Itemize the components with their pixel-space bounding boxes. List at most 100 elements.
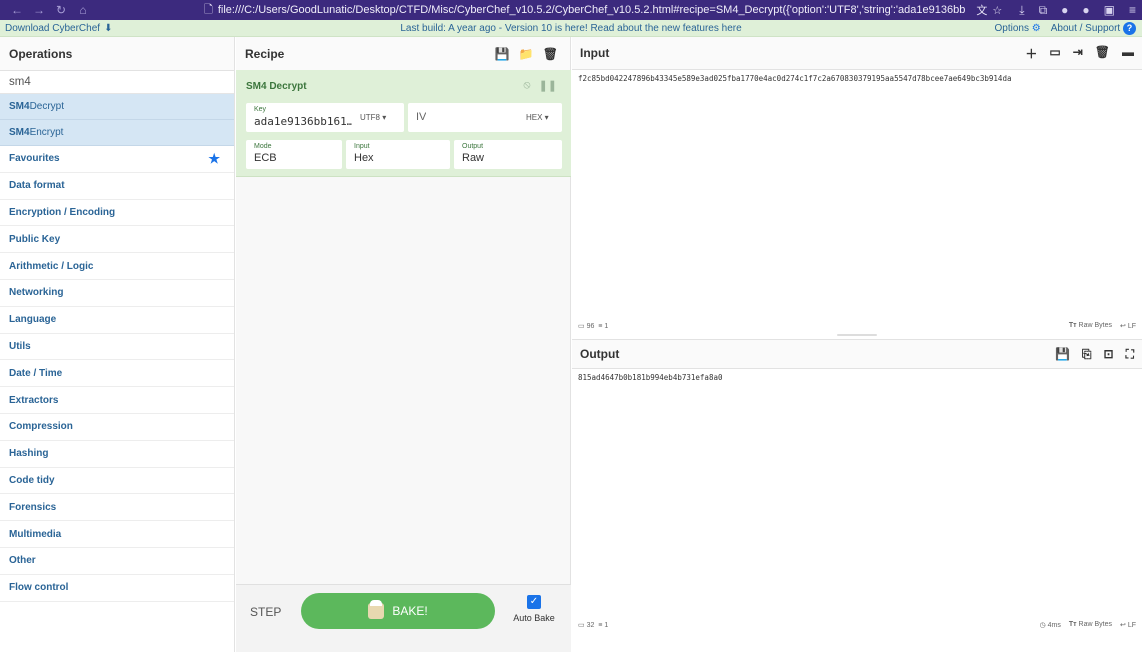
iv-format-value: HEX: [526, 113, 543, 122]
maximise-output-icon[interactable]: ⛶: [1126, 347, 1134, 362]
output-encoding-button[interactable]: Tт Raw Bytes: [1069, 621, 1112, 629]
gear-icon: ⚙: [1031, 22, 1041, 34]
menu-icon[interactable]: ≡: [1129, 3, 1136, 17]
output-format-value[interactable]: Raw: [462, 152, 484, 164]
profile-icon[interactable]: ●: [1061, 3, 1068, 17]
category-extractors[interactable]: Extractors: [0, 387, 234, 414]
category-compression[interactable]: Compression: [0, 414, 234, 441]
save-output-icon[interactable]: 💾: [1055, 347, 1070, 362]
input-textarea[interactable]: f2c85bd042247896b43345e589e3ad025fba1770…: [578, 74, 1011, 83]
clear-input-icon[interactable]: 🗑: [1095, 45, 1110, 62]
output-eol-button[interactable]: ↩ LF: [1120, 621, 1136, 629]
output-length: 32: [586, 621, 595, 629]
output-header: Output 💾 ⎘ ⊡ ⛶: [572, 339, 1142, 369]
reset-layout-icon[interactable]: ▬: [1122, 45, 1134, 62]
account-icon[interactable]: ●: [1082, 3, 1089, 17]
key-label: Key: [254, 106, 267, 113]
disable-icon[interactable]: ⦸: [523, 79, 530, 92]
reload-icon[interactable]: ↻: [50, 3, 72, 17]
category-date-time[interactable]: Date / Time: [0, 360, 234, 388]
step-button[interactable]: STEP: [250, 605, 281, 619]
translate-icon[interactable]: 文: [976, 2, 987, 18]
output-eol-label: LF: [1127, 622, 1136, 629]
input-output-pane: Input ＋ ▭ ⇥ 🗑 ▬ f2c85bd042247896b43345e5…: [572, 37, 1142, 652]
input-eol-button[interactable]: ↩ LF: [1120, 322, 1136, 330]
auto-bake-checkbox[interactable]: ✓: [527, 595, 541, 609]
input-status-bar: ▭ 96 ≡ 1 Tт Raw Bytes ↩ LF: [572, 319, 1142, 333]
options-label: Options: [994, 22, 1029, 34]
bookmark-star-icon[interactable]: ☆: [992, 4, 1002, 17]
star-icon: ★: [208, 150, 220, 166]
replace-input-icon[interactable]: ⊡: [1104, 347, 1114, 362]
downloads-icon[interactable]: ⤓: [1019, 3, 1024, 18]
back-icon[interactable]: ←: [6, 3, 28, 17]
category-language[interactable]: Language: [0, 307, 234, 334]
home-icon[interactable]: ⌂: [72, 3, 94, 17]
bake-time-value: 4ms: [1047, 622, 1061, 629]
output-encoding-label: Raw Bytes: [1078, 621, 1113, 628]
clock-icon: ◷: [1039, 622, 1046, 629]
forward-icon[interactable]: →: [28, 3, 50, 17]
url-text[interactable]: file:///C:/Users/GoodLunatic/Desktop/CTF…: [218, 4, 965, 16]
category-utils[interactable]: Utils: [0, 334, 234, 361]
add-tab-icon[interactable]: ＋: [1025, 45, 1037, 62]
key-value[interactable]: ada1e9136bb161…: [254, 115, 352, 128]
mode-label: Mode: [254, 143, 272, 150]
output-textarea[interactable]: 815ad4647b0b181b994eb4b731efa8a0: [578, 373, 723, 382]
input-eol-label: LF: [1127, 323, 1136, 330]
category-other[interactable]: Other: [0, 548, 234, 575]
shield-icon[interactable]: ▣: [1104, 3, 1115, 17]
input-format-value[interactable]: Hex: [354, 152, 374, 164]
category-multimedia[interactable]: Multimedia: [0, 521, 234, 548]
input-title: Input: [580, 46, 610, 60]
key-field[interactable]: Key ada1e9136bb161… UTF8 ▾: [246, 103, 404, 132]
bake-button[interactable]: BAKE!: [301, 593, 495, 629]
category-flow-control[interactable]: Flow control: [0, 575, 234, 602]
clear-recipe-icon[interactable]: 🗑: [543, 47, 558, 61]
category-forensics[interactable]: Forensics: [0, 494, 234, 522]
bake-time: ◷ 4ms: [1040, 621, 1061, 629]
output-status-bar: ▭ 32 ≡ 1 ◷ 4ms Tт Raw Bytes ↩ LF: [572, 618, 1142, 632]
category-networking[interactable]: Networking: [0, 280, 234, 307]
about-support-button[interactable]: About / Support ?: [1051, 21, 1136, 35]
iv-field[interactable]: IV HEX ▾: [408, 103, 562, 132]
category-hashing[interactable]: Hashing: [0, 441, 234, 468]
address-bar[interactable]: 🗋 file:///C:/Users/GoodLunatic/Desktop/C…: [204, 0, 1002, 20]
input-format-field[interactable]: Input Hex: [346, 140, 450, 169]
category-encryption-encoding[interactable]: Encryption / Encoding: [0, 200, 234, 227]
category-arithmetic-logic[interactable]: Arithmetic / Logic: [0, 253, 234, 280]
pause-icon[interactable]: ❚❚: [539, 79, 557, 92]
output-format-field[interactable]: Output Raw: [454, 140, 562, 169]
operations-search-input[interactable]: sm4: [0, 71, 234, 94]
open-file-icon[interactable]: ⇥: [1073, 45, 1083, 62]
copy-output-icon[interactable]: ⎘: [1082, 347, 1092, 362]
iv-placeholder[interactable]: IV: [416, 111, 426, 123]
key-format-dropdown[interactable]: UTF8 ▾: [360, 113, 386, 122]
category-code-tidy[interactable]: Code tidy: [0, 468, 234, 495]
open-folder-icon[interactable]: ▭: [1049, 45, 1060, 62]
browser-toolbar: ← → ↻ ⌂ 🗋 file:///C:/Users/GoodLunatic/D…: [0, 0, 1142, 20]
key-format-value: UTF8: [360, 113, 380, 122]
top-banner: Download CyberChef ⬇ Last build: A year …: [0, 20, 1142, 37]
load-recipe-icon[interactable]: 📁: [519, 47, 534, 61]
iv-format-dropdown[interactable]: HEX ▾: [526, 113, 549, 122]
recipe-operation-sm4-decrypt[interactable]: SM4 Decrypt ⦸ ❚❚ Key ada1e9136bb161… UTF…: [236, 70, 571, 177]
options-button[interactable]: Options ⚙: [995, 23, 1041, 34]
mode-field[interactable]: Mode ECB: [246, 140, 342, 169]
banner-message[interactable]: Last build: A year ago - Version 10 is h…: [0, 23, 1142, 34]
input-encoding-button[interactable]: Tт Raw Bytes: [1069, 322, 1112, 330]
input-length: 96: [586, 322, 595, 330]
search-result-sm4-decrypt[interactable]: SM4 Decrypt: [0, 94, 234, 120]
auto-bake-label: Auto Bake: [513, 613, 555, 623]
auto-bake-toggle[interactable]: ✓ Auto Bake: [509, 595, 559, 623]
save-recipe-icon[interactable]: 💾: [495, 47, 510, 61]
mode-value[interactable]: ECB: [254, 152, 277, 164]
result-label: Decrypt: [29, 101, 65, 112]
category-public-key[interactable]: Public Key: [0, 226, 234, 254]
category-data-format[interactable]: Data format: [0, 173, 234, 200]
search-result-sm4-encrypt[interactable]: SM4 Encrypt: [0, 120, 234, 146]
extensions-icon[interactable]: ⧉: [1039, 3, 1048, 18]
recipe-header: Recipe 💾 📁 🗑: [236, 37, 570, 71]
io-splitter[interactable]: [837, 334, 877, 336]
category-favourites[interactable]: Favourites ★: [0, 146, 234, 173]
